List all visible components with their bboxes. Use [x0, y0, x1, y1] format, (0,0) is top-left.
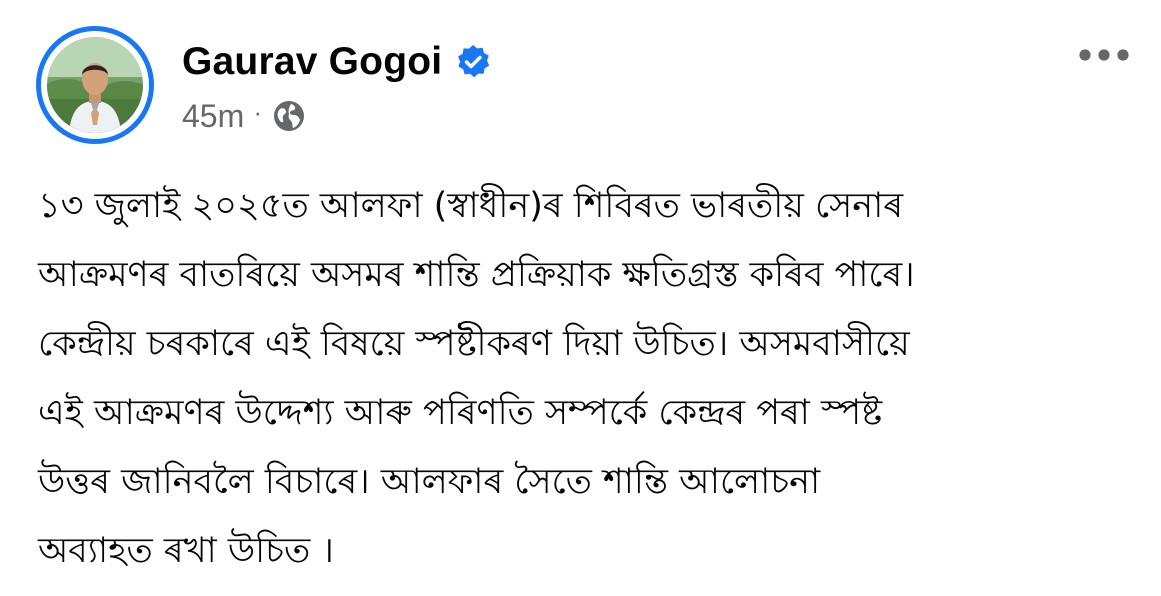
- post-text-line: ১৩ জুলাই ২০২৫ত আলফা (স্বাধীন)ৰ শিবিৰত ভা…: [38, 186, 904, 226]
- meta-separator: ·: [254, 103, 262, 128]
- post-text-line: এই আক্ৰমণৰ উদ্দেশ্য আৰু পৰিণতি সম্পৰ্কে …: [38, 393, 883, 433]
- post-text-line: কেন্দ্ৰীয় চৰকাৰে এই বিষয়ে স্পষ্টীকৰণ দ…: [38, 324, 910, 364]
- author-name[interactable]: Gaurav Gogoi: [182, 40, 442, 84]
- verified-badge-icon: [454, 43, 492, 81]
- avatar[interactable]: [36, 26, 154, 144]
- author-header: Gaurav Gogoi: [182, 38, 492, 86]
- post-text-line: অব্যাহত ৰখা উচিত ।: [38, 531, 334, 571]
- post-text-line: আক্রমণৰ বাতৰিয়ে অসমৰ শান্তি প্ৰক্ৰিয়াক…: [38, 255, 915, 295]
- post-body: ১৩ জুলাই ২০২৫ত আলফা (স্বাধীন)ৰ শিবিৰত ভা…: [38, 172, 1138, 586]
- globe-icon[interactable]: [271, 98, 307, 134]
- more-horizontal-icon: [1078, 47, 1130, 66]
- post-timestamp[interactable]: 45m: [182, 98, 244, 135]
- post-meta: 45m ·: [182, 96, 307, 136]
- more-options-button[interactable]: [1074, 38, 1134, 74]
- profile-photo: [47, 37, 143, 133]
- post-text-line: উত্তৰ জানিবলৈ বিচাৰে। আলফাৰ সৈতে শান্তি …: [38, 462, 821, 502]
